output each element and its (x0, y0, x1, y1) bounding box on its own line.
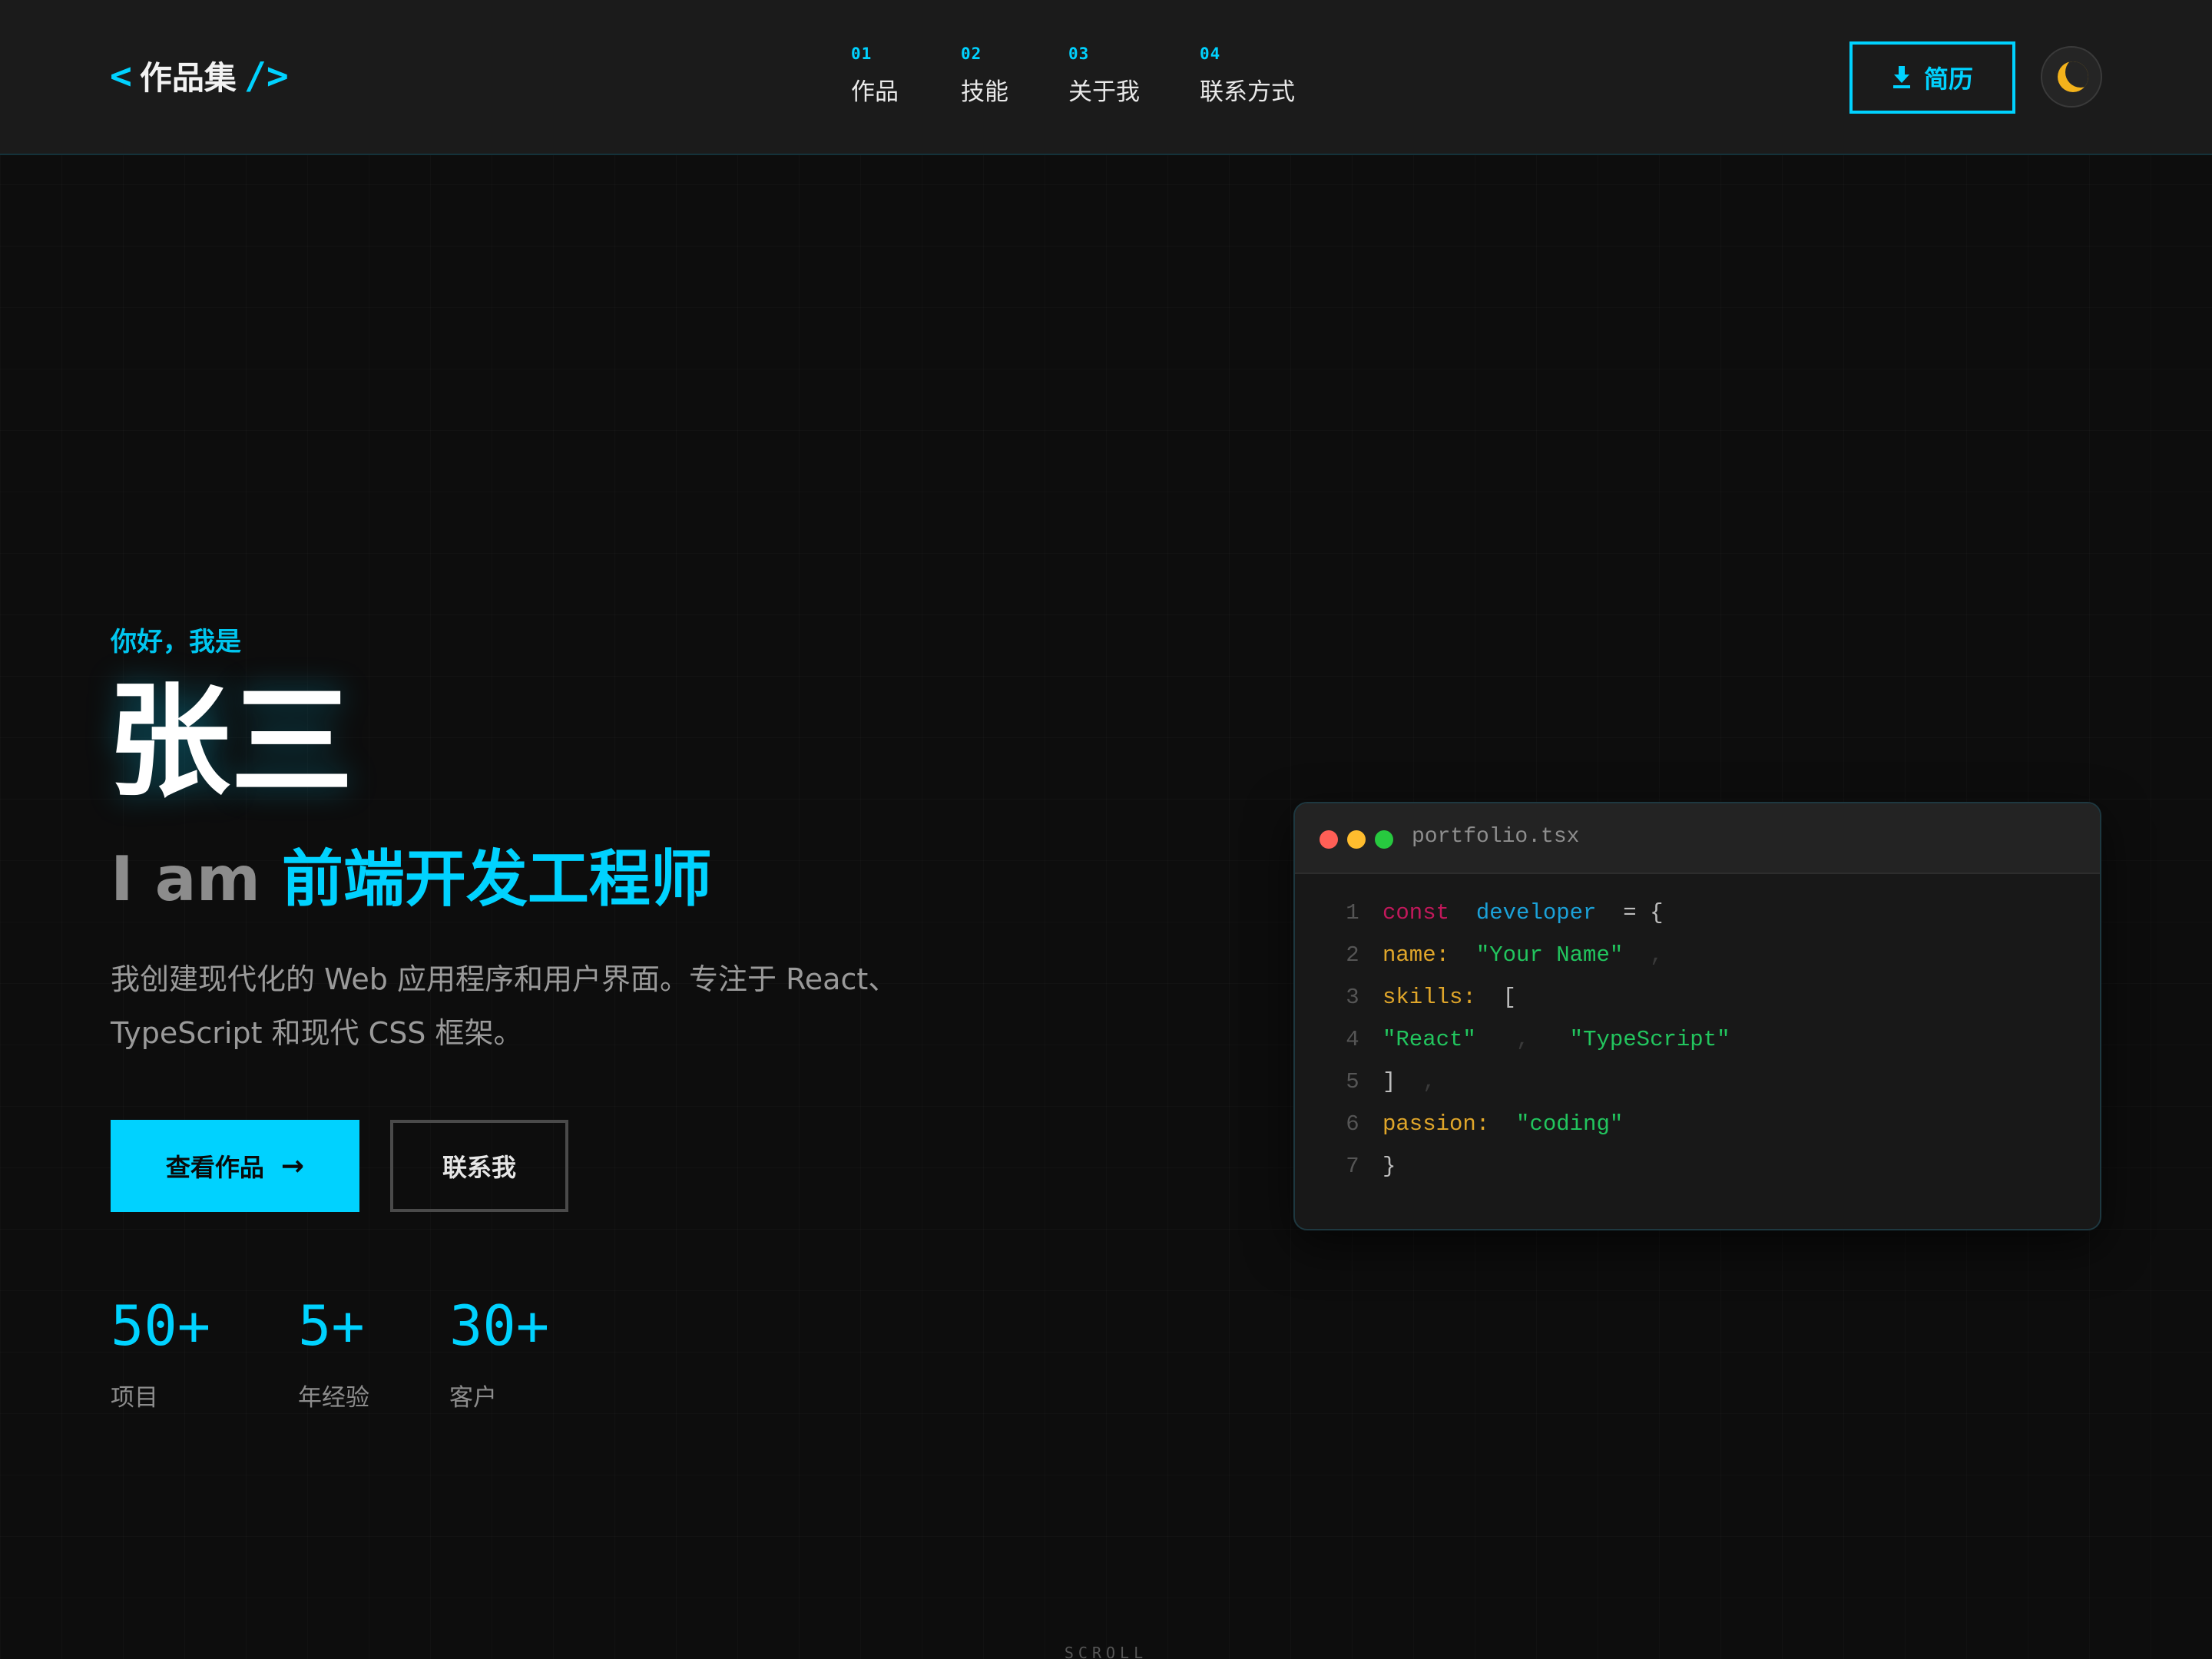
role-prefix: I am (111, 843, 260, 915)
code-key: name: (1382, 942, 1450, 968)
code-operator: ] (1382, 1069, 1396, 1094)
scroll-hint: SCROLL (1064, 1644, 1148, 1659)
code-key: skills: (1382, 985, 1476, 1010)
nav-item-works[interactable]: 01 作品 (851, 45, 899, 107)
code-string: "coding" (1516, 1111, 1624, 1137)
code-operator: [ (1502, 985, 1517, 1010)
nav-number: 03 (1068, 45, 1090, 63)
stat-projects: 50+ 项目 (111, 1298, 210, 1412)
nav-number: 01 (851, 45, 873, 63)
download-icon (1892, 66, 1910, 88)
nav-item-about[interactable]: 03 关于我 (1068, 45, 1140, 107)
nav-item-skills[interactable]: 02 技能 (961, 45, 1008, 107)
code-operator: } (1382, 1154, 1396, 1179)
nav-number: 02 (961, 45, 982, 63)
code-variable: developer (1475, 900, 1597, 926)
stat-value: 50+ (111, 1293, 211, 1358)
line-number: 6 (1346, 1111, 1359, 1137)
hero-description: 我创建现代化的 Web 应用程序和用户界面。专注于 React、TypeScri… (111, 962, 898, 1050)
stat-clients: 30+ 客户 (449, 1298, 549, 1412)
code-window: portfolio.tsx 1 const developer = { 2 na… (1293, 802, 2101, 1230)
nav-label: 作品 (851, 78, 899, 106)
stat-value: 5+ (298, 1293, 365, 1358)
code-punct: , (1422, 1069, 1436, 1094)
stat-label: 年经验 (298, 1384, 369, 1412)
hero-name: 张三 (108, 670, 354, 813)
nav-label: 关于我 (1068, 78, 1140, 106)
arrow-right-icon: → (280, 1150, 305, 1182)
line-number: 2 (1346, 942, 1359, 968)
view-works-button[interactable]: 查看作品 → (111, 1120, 359, 1212)
stat-label: 项目 (111, 1384, 158, 1412)
logo[interactable]: < 作品集 /> (110, 52, 289, 99)
logo-open-bracket: < (110, 54, 132, 98)
role-highlight: 前端开发工程师 (281, 843, 712, 915)
code-string: "TypeScript" (1569, 1027, 1730, 1052)
moon-icon (2058, 61, 2088, 92)
resume-label: 简历 (1923, 65, 1973, 94)
nav-label: 联系方式 (1200, 78, 1295, 106)
close-dot-icon (1320, 830, 1338, 849)
minimize-dot-icon (1347, 830, 1366, 849)
view-works-label: 查看作品 (165, 1153, 264, 1182)
nav-number: 04 (1200, 45, 1221, 63)
code-window-titlebar: portfolio.tsx (1295, 803, 2100, 874)
theme-toggle-button[interactable] (2041, 46, 2102, 108)
maximize-dot-icon (1375, 830, 1393, 849)
code-key: passion: (1382, 1111, 1490, 1137)
line-number: 5 (1346, 1069, 1359, 1094)
logo-text: 作品集 (139, 59, 237, 97)
nav-label: 技能 (961, 78, 1008, 106)
contact-me-label: 联系我 (442, 1153, 516, 1182)
code-keyword: const (1382, 900, 1450, 926)
code-punct: , (1650, 942, 1664, 968)
line-number: 3 (1346, 985, 1359, 1010)
code-operator: = { (1623, 900, 1664, 926)
stat-experience: 5+ 年经验 (298, 1298, 369, 1412)
code-filename: portfolio.tsx (1412, 825, 1580, 849)
stat-label: 客户 (449, 1384, 497, 1412)
code-string: "Your Name" (1475, 942, 1624, 968)
line-number: 7 (1346, 1154, 1359, 1179)
nav-item-contact[interactable]: 04 联系方式 (1200, 45, 1295, 107)
code-punct: , (1516, 1027, 1530, 1052)
line-number: 1 (1346, 900, 1359, 926)
stat-value: 30+ (449, 1293, 550, 1358)
line-number: 4 (1346, 1027, 1359, 1052)
site-header: < 作品集 /> 01 作品 02 技能 03 关于我 04 联系方式 简历 (0, 0, 2212, 155)
contact-me-button[interactable]: 联系我 (390, 1120, 568, 1212)
resume-download-button[interactable]: 简历 (1849, 41, 2015, 114)
code-string: "React" (1382, 1027, 1476, 1052)
greeting-text: 你好，我是 (111, 627, 241, 657)
role-line: I am 前端开发工程师 (111, 830, 712, 919)
logo-close-bracket: /> (243, 54, 289, 98)
